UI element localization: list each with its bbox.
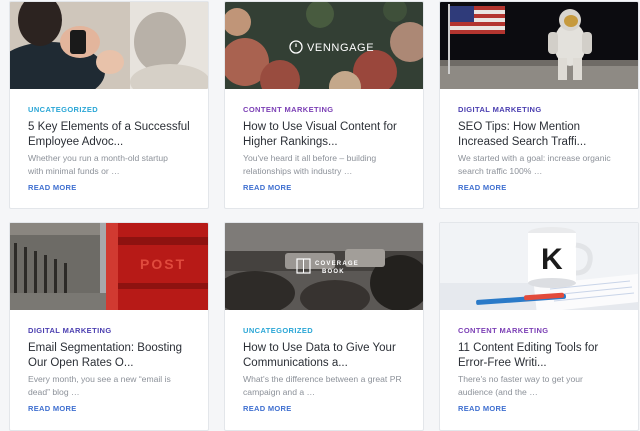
excerpt-line: campaign and a …	[243, 387, 316, 397]
title-line: How to Use Data to Give Your	[243, 342, 396, 354]
flowers-venngage-thumbnail[interactable]: VENNGAGE	[225, 2, 423, 89]
excerpt-line: Every month, you see a new “email is	[28, 374, 171, 384]
card-excerpt: What's the difference between a great PR…	[243, 373, 415, 399]
title-line: Communications a...	[243, 357, 348, 369]
title-line: 5 Key Elements of a Successful	[28, 121, 190, 133]
mug-lettering: K	[541, 243, 563, 276]
category-label[interactable]: DIGITAL MARKETING	[28, 326, 112, 335]
title-line: How to Use Visual Content for	[243, 121, 397, 133]
card-title[interactable]: How to Use Data to Give Your Communicati…	[243, 341, 411, 371]
coveragebook-thumbnail[interactable]: COVERAGE BOOK	[225, 223, 423, 310]
people-with-phones-thumbnail[interactable]	[10, 2, 208, 89]
excerpt-line: search traffic 100% …	[458, 166, 543, 176]
category-label[interactable]: UNCATEGORIZED	[243, 326, 313, 335]
title-line: Error-Free Writi...	[458, 357, 547, 369]
title-line: SEO Tips: How Mention	[458, 121, 581, 133]
excerpt-line: You've heard it all before – building	[243, 153, 377, 163]
blog-card-grid: UNCATEGORIZED 5 Key Elements of a Succes…	[0, 0, 640, 431]
excerpt-line: with minimal funds or …	[28, 166, 120, 176]
excerpt-line: dead” blog …	[28, 387, 80, 397]
excerpt-line: relationships with industry …	[243, 166, 353, 176]
blog-card[interactable]: UNCATEGORIZED 5 Key Elements of a Succes…	[9, 1, 209, 209]
title-line: Our Open Rates O...	[28, 357, 134, 369]
blog-card[interactable]: POST DIGITAL MARKETING Email Segmentatio…	[9, 222, 209, 431]
category-label[interactable]: DIGITAL MARKETING	[458, 105, 542, 114]
title-line: Increased Search Traffi...	[458, 136, 587, 148]
card-title[interactable]: How to Use Visual Content for Higher Ran…	[243, 120, 411, 150]
card-excerpt: We started with a goal: increase organic…	[458, 152, 630, 178]
card-excerpt: You've heard it all before – building re…	[243, 152, 415, 178]
excerpt-line: We started with a goal: increase organic	[458, 153, 611, 163]
title-line: 11 Content Editing Tools for	[458, 342, 599, 354]
coveragebook-wordmark-line1: COVERAGE	[315, 261, 359, 267]
title-line: Email Segmentation: Boosting	[28, 342, 183, 354]
category-label[interactable]: CONTENT MARKETING	[458, 326, 549, 335]
category-label[interactable]: UNCATEGORIZED	[28, 105, 98, 114]
astronaut-flag-thumbnail[interactable]	[440, 2, 638, 89]
excerpt-line: What's the difference between a great PR	[243, 374, 402, 384]
read-more-link[interactable]: READ MORE	[243, 183, 292, 192]
red-postbox-thumbnail[interactable]: POST	[10, 223, 208, 310]
card-title[interactable]: Email Segmentation: Boosting Our Open Ra…	[28, 341, 196, 371]
card-title[interactable]: 5 Key Elements of a Successful Employee …	[28, 120, 196, 150]
read-more-link[interactable]: READ MORE	[458, 404, 507, 413]
card-excerpt: Whether you run a month-old startup with…	[28, 152, 200, 178]
blog-card[interactable]: VENNGAGE CONTENT MARKETING How to Use Vi…	[224, 1, 424, 209]
read-more-link[interactable]: READ MORE	[243, 404, 292, 413]
read-more-link[interactable]: READ MORE	[28, 183, 77, 192]
read-more-link[interactable]: READ MORE	[28, 404, 77, 413]
coveragebook-wordmark-line2: BOOK	[322, 269, 345, 275]
category-label[interactable]: CONTENT MARKETING	[243, 105, 334, 114]
desk-mug-thumbnail[interactable]: K	[440, 223, 638, 310]
card-title[interactable]: 11 Content Editing Tools for Error-Free …	[458, 341, 626, 371]
excerpt-line: audience (and the …	[458, 387, 538, 397]
blog-card[interactable]: K CONTENT MARKETING 11 Content Editing T…	[439, 222, 639, 431]
card-excerpt: Every month, you see a new “email is dea…	[28, 373, 200, 399]
title-line: Higher Rankings...	[243, 136, 338, 148]
excerpt-line: Whether you run a month-old startup	[28, 153, 168, 163]
venngage-wordmark: VENNGAGE	[307, 42, 374, 54]
blog-card[interactable]: DIGITAL MARKETING SEO Tips: How Mention …	[439, 1, 639, 209]
title-line: Employee Advoc...	[28, 136, 124, 148]
postbox-lettering: POST	[140, 256, 186, 272]
read-more-link[interactable]: READ MORE	[458, 183, 507, 192]
excerpt-line: There's no faster way to get your	[458, 374, 583, 384]
card-excerpt: There's no faster way to get your audien…	[458, 373, 630, 399]
card-title[interactable]: SEO Tips: How Mention Increased Search T…	[458, 120, 626, 150]
blog-card[interactable]: COVERAGE BOOK UNCATEGORIZED How to Use D…	[224, 222, 424, 431]
